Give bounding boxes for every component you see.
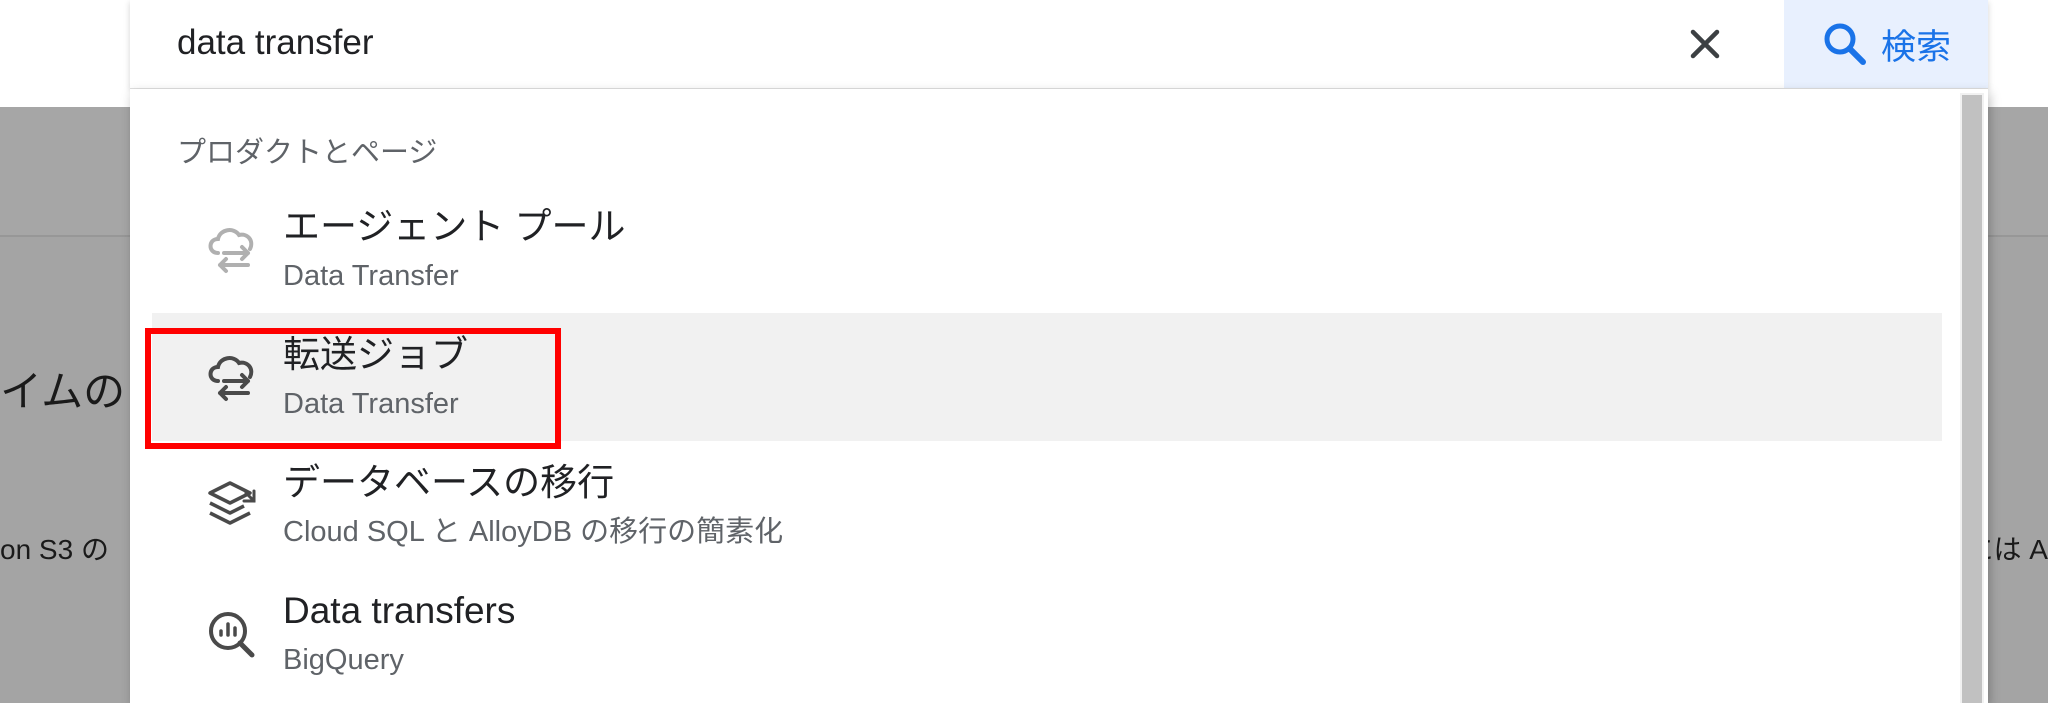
search-button[interactable]: 検索: [1784, 0, 1988, 88]
search-button-label: 検索: [1880, 27, 1951, 67]
result-item-transfer-jobs[interactable]: 転送ジョブ Data Transfer: [152, 313, 1942, 441]
scrollbar-thumb[interactable]: [1962, 95, 1982, 703]
background-heading: イムの: [0, 368, 126, 415]
background-text-left: on S3 の: [0, 534, 109, 565]
result-item-database-migration[interactable]: データベースの移行 Cloud SQL と AlloyDB の移行の簡素化: [152, 441, 1942, 569]
search-results-dropdown: プロダクトとページ エージェント プール Data Transfer 転送ジョブ…: [130, 89, 1988, 703]
result-title: データベースの移行: [283, 462, 615, 503]
result-title: エージェント プール: [283, 206, 626, 247]
database-migration-icon: [208, 481, 256, 525]
bigquery-icon: [209, 612, 255, 658]
data-transfer-icon: [208, 356, 254, 401]
result-title: Data transfers: [283, 590, 516, 631]
result-subtitle: Cloud SQL と AlloyDB の移行の簡素化: [283, 516, 784, 548]
result-subtitle: Data Transfer: [283, 388, 459, 420]
clear-search-button[interactable]: [1675, 14, 1735, 74]
data-transfer-icon: [208, 228, 254, 273]
search-icon: [1824, 23, 1866, 65]
result-title: 転送ジョブ: [283, 334, 468, 375]
result-subtitle: BigQuery: [283, 644, 404, 676]
close-icon: [1690, 29, 1720, 59]
result-subtitle: Data Transfer: [283, 260, 459, 292]
section-label-products-pages: プロダクトとページ: [177, 137, 438, 169]
result-item-bigquery-data-transfers[interactable]: Data transfers BigQuery: [152, 569, 1942, 697]
search-input[interactable]: [177, 18, 1657, 68]
result-item-agent-pool[interactable]: エージェント プール Data Transfer: [152, 185, 1942, 313]
search-bar: 検索: [130, 0, 1988, 89]
